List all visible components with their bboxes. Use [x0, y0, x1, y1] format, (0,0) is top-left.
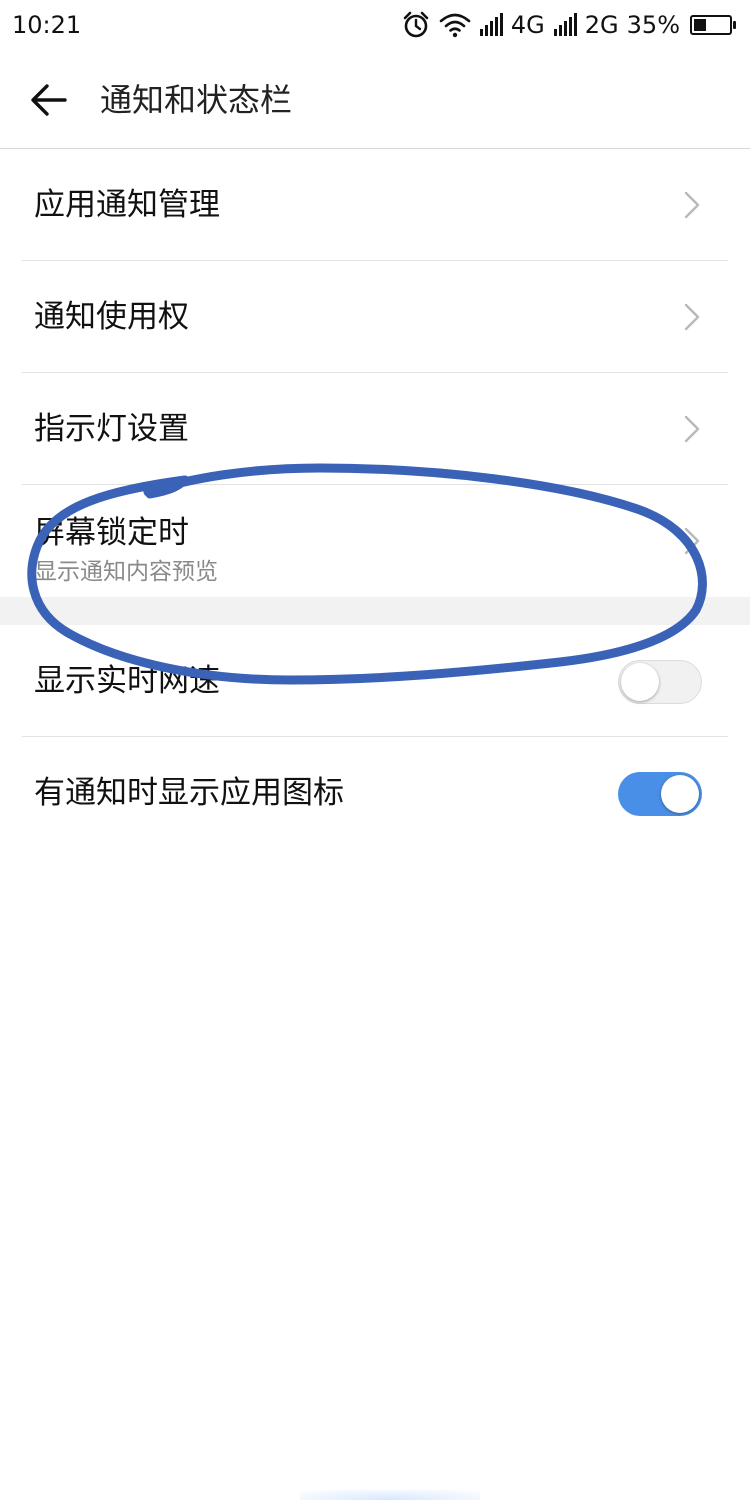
setting-show-network-speed[interactable]: 显示实时网速 — [22, 625, 728, 737]
setting-notification-access[interactable]: 通知使用权 — [22, 261, 728, 373]
battery-fill — [694, 19, 706, 31]
setting-lock-screen[interactable]: 屏幕锁定时 显示通知内容预览 — [22, 485, 728, 597]
alarm-icon — [401, 10, 431, 40]
wifi-icon — [439, 12, 471, 38]
setting-label: 应用通知管理 — [34, 187, 220, 223]
bottom-glow — [300, 1490, 480, 1500]
signal-icon — [479, 13, 505, 37]
app-icon-toggle[interactable] — [618, 772, 702, 816]
back-arrow-icon — [31, 84, 67, 116]
chevron-right-icon — [684, 527, 700, 555]
app-header: 通知和状态栏 — [0, 52, 750, 149]
setting-sublabel: 显示通知内容预览 — [34, 559, 218, 585]
chevron-right-icon — [684, 303, 700, 331]
status-icons: 4G 2G 35% — [401, 8, 736, 42]
setting-label: 有通知时显示应用图标 — [34, 775, 344, 811]
section-divider — [0, 597, 750, 625]
back-button[interactable] — [20, 72, 78, 128]
setting-indicator-light[interactable]: 指示灯设置 — [22, 373, 728, 485]
settings-list: 应用通知管理 通知使用权 指示灯设置 屏幕锁定时 显示通知内容预览 显示实时网速… — [0, 149, 750, 849]
toggle-knob — [661, 775, 699, 813]
toggle-knob — [621, 663, 659, 701]
battery-icon — [690, 15, 736, 35]
battery-percent: 35% — [626, 11, 680, 39]
setting-label: 屏幕锁定时 — [34, 515, 189, 551]
setting-label: 通知使用权 — [34, 299, 189, 335]
setting-show-app-icon[interactable]: 有通知时显示应用图标 — [22, 737, 728, 849]
screen: 10:21 4G 2G 35% 通知和状态栏 应用通知管理 通知使用权 指示灯设… — [0, 0, 750, 1500]
chevron-right-icon — [684, 191, 700, 219]
network-speed-toggle[interactable] — [618, 660, 702, 704]
setting-label: 显示实时网速 — [34, 663, 220, 699]
setting-label: 指示灯设置 — [34, 411, 189, 447]
page-title: 通知和状态栏 — [100, 81, 293, 119]
network-type-2: 2G — [584, 11, 619, 39]
chevron-right-icon — [684, 415, 700, 443]
setting-app-notification-management[interactable]: 应用通知管理 — [22, 149, 728, 261]
signal-icon — [553, 13, 579, 37]
status-bar: 10:21 4G 2G 35% — [0, 0, 750, 52]
network-type-1: 4G — [510, 11, 545, 39]
status-time: 10:21 — [12, 11, 82, 39]
